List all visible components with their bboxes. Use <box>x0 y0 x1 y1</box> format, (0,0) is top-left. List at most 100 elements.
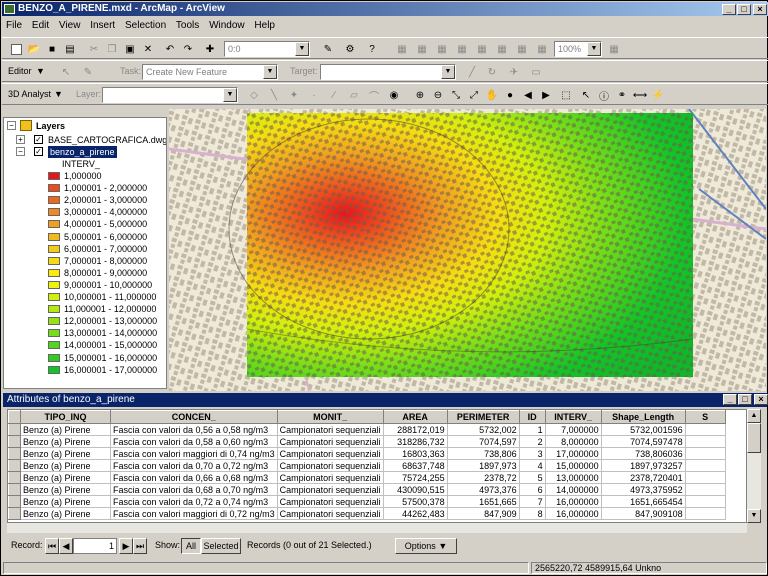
row-selector-header[interactable] <box>8 410 21 424</box>
zoom-in-icon[interactable]: ⊕ <box>412 87 428 103</box>
print-icon[interactable]: ▤ <box>62 41 78 57</box>
target-combo[interactable]: ▼ <box>320 64 456 80</box>
row-selector[interactable] <box>8 423 21 436</box>
menu-tools[interactable]: Tools <box>173 17 202 35</box>
table-cell[interactable] <box>684 507 726 520</box>
table-cell[interactable]: 1651,665454 <box>600 495 686 508</box>
maximize-button[interactable]: □ <box>737 4 751 15</box>
table-row[interactable]: Benzo (a) Pirene Fascia con valori da 0,5… <box>8 435 726 448</box>
undo-icon[interactable]: ↶ <box>162 41 178 57</box>
table-cell[interactable]: Campionatori sequenziali <box>276 495 384 508</box>
interpolate-polygon-icon[interactable]: ▱ <box>346 87 362 103</box>
table-cell[interactable]: 14,000000 <box>544 483 602 496</box>
table-cell[interactable] <box>684 435 726 448</box>
table-cell[interactable] <box>684 459 726 472</box>
layout-zoom-out-icon[interactable]: ▦ <box>434 41 450 57</box>
table-cell[interactable]: 5732,001596 <box>600 423 686 436</box>
chevron-down-icon[interactable]: ▼ <box>54 89 63 99</box>
new-document-icon[interactable] <box>8 41 24 57</box>
task-combo[interactable]: Create New Feature ▼ <box>142 64 278 80</box>
table-cell[interactable]: Campionatori sequenziali <box>276 483 384 496</box>
toggle-draft-icon[interactable]: ▦ <box>606 41 622 57</box>
menu-insert[interactable]: Insert <box>87 17 118 35</box>
split-tool-icon[interactable]: ╱ <box>464 64 480 80</box>
table-cell[interactable] <box>684 483 726 496</box>
table-row[interactable]: Benzo (a) Pirene Fascia con valori da 0,6… <box>8 483 726 496</box>
legend-swatch[interactable] <box>48 268 60 277</box>
minimize-button[interactable]: _ <box>723 394 737 405</box>
expand-icon[interactable]: + <box>16 135 25 144</box>
table-cell[interactable]: Fascia con valori maggiori di 0,74 ng/m3 <box>110 447 278 460</box>
maximize-button[interactable]: □ <box>738 394 752 405</box>
fixed-zoom-in-icon[interactable]: ⤡ <box>448 87 464 103</box>
minimize-button[interactable]: _ <box>722 4 736 15</box>
table-cell[interactable]: 1 <box>518 423 546 436</box>
legend-swatch[interactable] <box>48 293 60 301</box>
table-cell[interactable]: 3 <box>518 447 546 460</box>
interpolate-line-icon[interactable]: ∕ <box>326 87 342 103</box>
row-selector[interactable] <box>8 447 21 460</box>
table-cell[interactable]: 738,806036 <box>600 447 686 460</box>
delete-icon[interactable]: ✕ <box>140 41 156 57</box>
table-row[interactable]: Benzo (a) Pirene Fascia con valori da 0,7… <box>8 459 726 472</box>
row-selector[interactable] <box>8 483 21 496</box>
chevron-down-icon[interactable]: ▼ <box>587 42 601 56</box>
first-record-icon[interactable]: ⏮ <box>45 538 59 554</box>
row-selector[interactable] <box>8 435 21 448</box>
column-header[interactable]: ID <box>518 410 546 424</box>
table-cell[interactable]: 15,000000 <box>544 459 602 472</box>
table-cell[interactable]: Fascia con valori da 0,66 a 0,68 ng/m3 <box>110 471 278 484</box>
save-icon[interactable]: ■ <box>44 41 60 57</box>
table-cell[interactable]: Campionatori sequenziali <box>276 435 384 448</box>
cut-icon[interactable]: ✂ <box>86 41 102 57</box>
legend-swatch[interactable] <box>48 208 60 217</box>
next-record-icon[interactable]: ▶ <box>119 538 133 554</box>
table-cell[interactable]: 1897,973257 <box>600 459 686 472</box>
table-cell[interactable]: Fascia con valori da 0,72 a 0,74 ng/m3 <box>110 495 278 508</box>
chevron-down-icon[interactable]: ▼ <box>295 42 309 56</box>
rotate-tool-icon[interactable]: ↻ <box>484 64 500 80</box>
table-cell[interactable]: 7 <box>518 495 546 508</box>
table-row[interactable]: Benzo (a) Pirene Fascia con valori maggio… <box>8 507 726 520</box>
table-cell[interactable]: 288172,019 <box>382 423 448 436</box>
scroll-down-icon[interactable]: ▼ <box>747 509 761 523</box>
horizontal-scrollbar[interactable] <box>7 523 747 533</box>
table-cell[interactable]: Fascia con valori da 0,68 a 0,70 ng/m3 <box>110 483 278 496</box>
table-cell[interactable]: 738,806 <box>446 447 520 460</box>
column-header[interactable]: TIPO_INQ <box>20 410 111 424</box>
legend-swatch[interactable] <box>48 256 60 265</box>
show-all-button[interactable]: All <box>181 538 201 554</box>
table-cell[interactable]: 5 <box>518 471 546 484</box>
table-cell[interactable]: 847,909 <box>446 507 520 520</box>
map-view[interactable] <box>169 109 766 391</box>
table-cell[interactable]: Benzo (a) Pirene <box>20 447 111 460</box>
layout-previous-extent-icon[interactable]: ▦ <box>514 41 530 57</box>
legend-swatch[interactable] <box>48 184 60 193</box>
menu-file[interactable]: File <box>3 17 25 35</box>
menu-help[interactable]: Help <box>251 17 278 35</box>
row-selector[interactable] <box>8 471 21 484</box>
editor-menu[interactable]: Editor <box>8 66 32 76</box>
column-header[interactable]: AREA <box>382 410 448 424</box>
table-cell[interactable]: 4 <box>518 459 546 472</box>
table-cell[interactable]: 7,000000 <box>544 423 602 436</box>
scroll-thumb[interactable] <box>747 423 761 453</box>
table-cell[interactable]: Campionatori sequenziali <box>276 447 384 460</box>
measure-icon[interactable]: ⟷ <box>632 87 648 103</box>
column-header[interactable]: PERIMETER <box>446 410 520 424</box>
show-selected-button[interactable]: Selected <box>201 538 241 554</box>
table-cell[interactable]: 17,000000 <box>544 447 602 460</box>
table-cell[interactable] <box>684 471 726 484</box>
forward-extent-icon[interactable]: ▶ <box>538 87 554 103</box>
table-cell[interactable]: Benzo (a) Pirene <box>20 459 111 472</box>
layout-next-extent-icon[interactable]: ▦ <box>534 41 550 57</box>
legend-swatch[interactable] <box>48 196 60 205</box>
table-cell[interactable]: 1651,665 <box>446 495 520 508</box>
back-extent-icon[interactable]: ◀ <box>520 87 536 103</box>
sketch-tool-icon[interactable]: ✎ <box>80 64 96 80</box>
profile-graph-icon[interactable]: ⌒ <box>366 87 382 103</box>
3d-analyst-menu[interactable]: 3D Analyst <box>8 89 51 99</box>
chevron-down-icon[interactable]: ▼ <box>263 65 277 79</box>
layout-fixed-zoom-icon[interactable]: ▦ <box>454 41 470 57</box>
add-data-icon[interactable]: ✚ <box>202 41 218 57</box>
